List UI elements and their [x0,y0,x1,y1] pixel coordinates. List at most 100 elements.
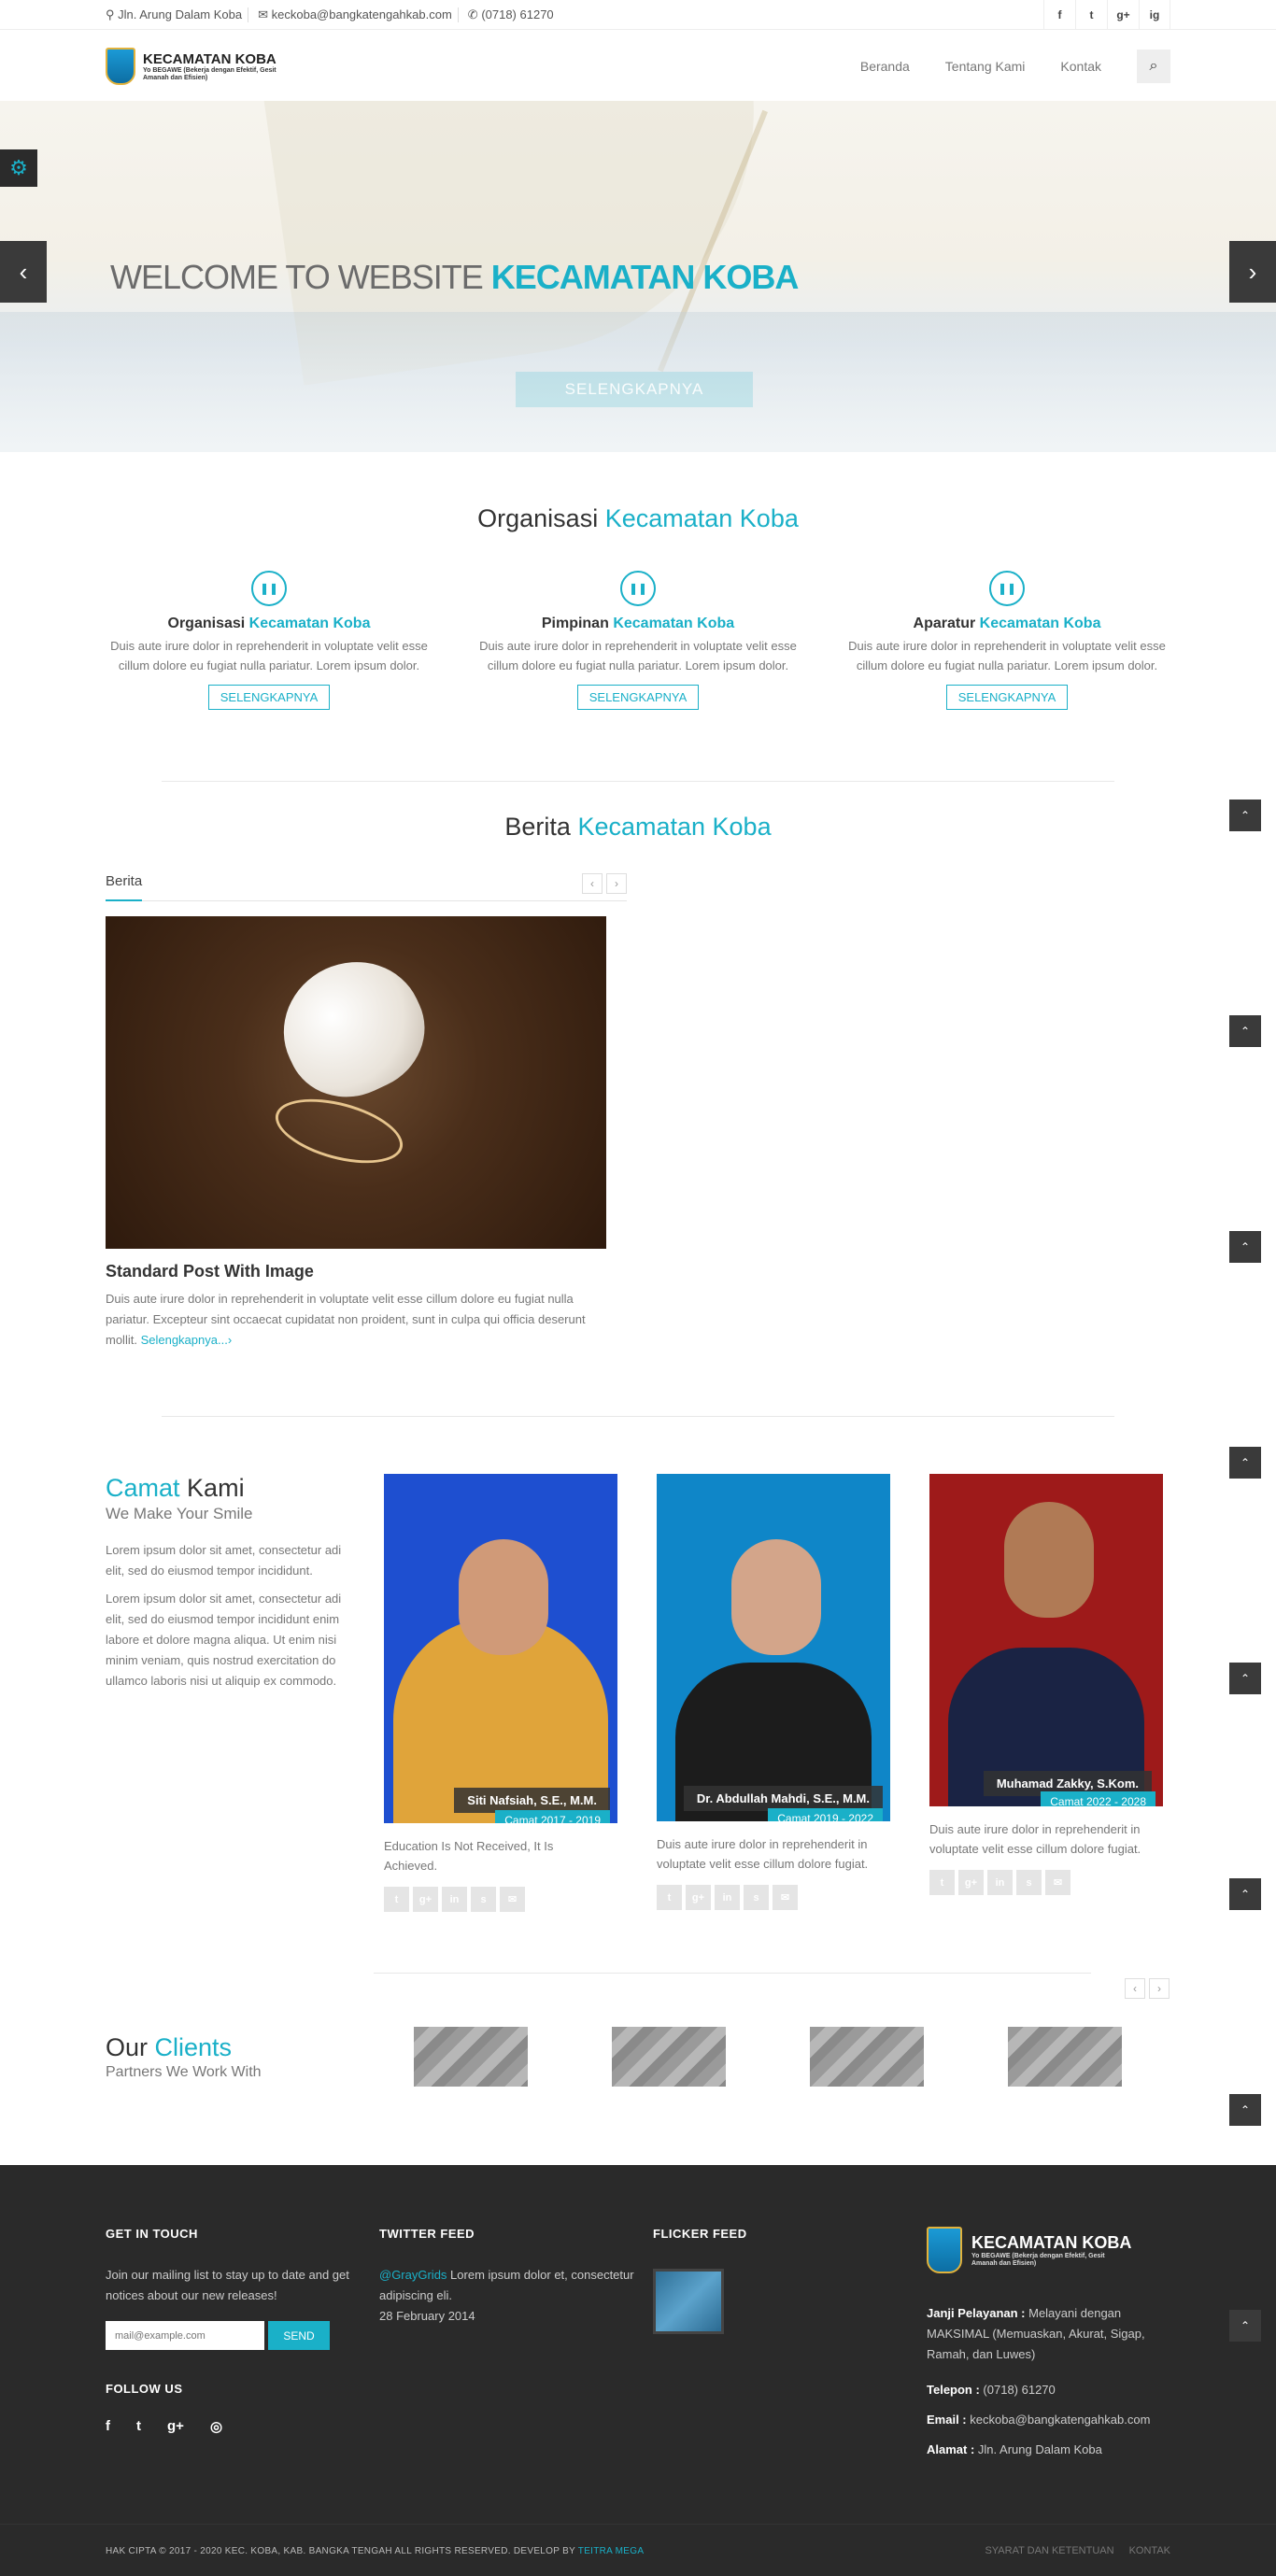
google-plus-icon[interactable]: g+ [958,1870,984,1895]
copyright: HAK CIPTA © 2017 - 2020 KEC. KOBA, KAB. … [106,2545,645,2556]
janji-pelayanan: Janji Pelayanan : Melayani dengan MAKSIM… [927,2306,1145,2361]
send-button[interactable]: SEND [268,2321,330,2350]
google-plus-icon[interactable]: g+ [413,1887,438,1912]
footer-twitter-feed: TWITTER FEED @GrayGrids Lorem ipsum dolo… [379,2227,653,2460]
developer-link[interactable]: TEITRA MEGA [578,2546,645,2556]
slider-prev-arrow-icon[interactable]: ‹ [0,241,47,303]
email-field[interactable] [106,2321,264,2350]
read-more-link[interactable]: Selengkapnya...› [141,1333,233,1347]
back-to-top-icon[interactable]: ⌃ [1229,1015,1261,1047]
google-plus-icon[interactable]: g+ [686,1885,711,1910]
member-photo: Dr. Abdullah Mahdi, S.E., M.M. Camat 201… [657,1474,890,1821]
team-member: Dr. Abdullah Mahdi, S.E., M.M. Camat 201… [657,1474,890,1912]
kontak-link[interactable]: KONTAK [1129,2545,1170,2556]
google-plus-icon[interactable]: g+ [1107,0,1139,30]
mail-icon[interactable]: ✉ [773,1885,798,1910]
facebook-icon[interactable]: f [1043,0,1075,30]
twitter-icon[interactable]: t [384,1887,409,1912]
photo-face-shape [731,1539,821,1655]
instagram-icon[interactable]: ◎ [210,2418,222,2435]
selengkapnya-button[interactable]: SELENGKAPNYA [576,685,700,710]
search-icon[interactable]: ⌕ [1137,50,1170,83]
nav-kontak[interactable]: Kontak [1060,59,1101,74]
mail-icon[interactable]: ✉ [500,1887,525,1912]
chevron-left-icon[interactable]: ‹ [1125,1978,1145,1999]
post-title[interactable]: Standard Post With Image [106,1262,1170,1281]
back-to-top-icon[interactable]: ⌃ [1229,1447,1261,1479]
client-logo[interactable] [810,2027,924,2087]
main-nav: Beranda Tentang Kami Kontak ⌕ [860,50,1170,83]
chevron-left-icon[interactable]: ‹ [582,873,603,894]
skype-icon[interactable]: s [471,1887,496,1912]
chevron-right-icon[interactable]: › [606,873,627,894]
twitter-icon[interactable]: t [929,1870,955,1895]
chevron-right-icon[interactable]: › [1149,1978,1170,1999]
client-logo[interactable] [612,2027,726,2087]
nav-tentang-kami[interactable]: Tentang Kami [945,59,1026,74]
linkedin-icon[interactable]: in [987,1870,1013,1895]
member-term-badge: Camat 2019 - 2022 [768,1808,883,1821]
back-to-top-icon[interactable]: ⌃ [1229,1663,1261,1694]
google-plus-icon[interactable]: g+ [167,2418,184,2435]
camat-paragraph: Lorem ipsum dolor sit amet, consectetur … [106,1592,342,1688]
top-bar: ⚲ Jln. Arung Dalam Koba ✉ keckoba@bangka… [0,0,1276,30]
footer-email: Email : keckoba@bangkatengahkab.com [927,2413,1151,2427]
instagram-icon[interactable]: ig [1139,0,1170,30]
feature-text: Duis aute irure dolor in reprehenderit i… [110,639,428,672]
organisasi-section: Organisasi Kecamatan Koba ❚❚ Organisasi … [0,504,1276,710]
selengkapnya-button[interactable]: SELENGKAPNYA [207,685,331,710]
skype-icon[interactable]: s [1016,1870,1042,1895]
back-to-top-icon[interactable]: ⌃ [1229,800,1261,831]
post-image[interactable] [106,916,606,1249]
slide-button[interactable]: SELENGKAPNYA [516,372,753,407]
coffee-cup-shape [262,939,445,1118]
camat-subtitle: We Make Your Smile [106,1505,253,1522]
post-excerpt: Duis aute irure dolor in reprehenderit i… [106,1292,586,1347]
client-logo[interactable] [414,2027,528,2087]
phone-info[interactable]: ✆ (0718) 61270 [468,7,560,22]
footer-bottom-bar: HAK CIPTA © 2017 - 2020 KEC. KOBA, KAB. … [0,2524,1276,2576]
organisasi-heading: Organisasi Kecamatan Koba [477,504,799,532]
back-to-top-icon[interactable]: ⌃ [1229,2094,1261,2126]
tab-berita[interactable]: Berita [106,873,143,901]
facebook-icon[interactable]: f [106,2418,110,2435]
back-to-top-icon[interactable]: ⌃ [1229,1231,1261,1263]
member-quote: Duis aute irure dolor in reprehenderit i… [657,1837,869,1871]
section-divider [374,1973,1091,1974]
team-member: Siti Nafsiah, S.E., M.M. Camat 2017 - 20… [384,1474,617,1912]
linkedin-icon[interactable]: in [715,1885,740,1910]
terms-link[interactable]: SYARAT DAN KETENTUAN [985,2545,1113,2556]
mail-icon[interactable]: ✉ [1045,1870,1070,1895]
site-logo[interactable]: KECAMATAN KOBA Yo BEGAWE (Bekerja dengan… [106,48,283,85]
site-footer: GET IN TOUCH Join our mailing list to st… [0,2165,1276,2576]
site-header: KECAMATAN KOBA Yo BEGAWE (Bekerja dengan… [0,30,1276,103]
tweet: @GrayGrids Lorem ipsum dolor et, consect… [379,2268,634,2302]
twitter-icon[interactable]: t [1075,0,1107,30]
skype-icon[interactable]: s [744,1885,769,1910]
twitter-icon[interactable]: t [657,1885,682,1910]
footer-contact: KECAMATAN KOBA Yo BEGAWE (Bekerja dengan… [927,2227,1170,2460]
flicker-thumbnail[interactable] [653,2269,724,2334]
hero-slider: WELCOME TO WEBSITE KECAMATAN KOBA SELENG… [0,101,1276,452]
clients-section: Our Clients Partners We Work With [0,2008,1276,2087]
berita-tab-header: Berita ‹ › [106,873,627,901]
camat-heading: Camat Kami [106,1474,245,1502]
back-to-top-icon[interactable]: ⌃ [1229,1878,1261,1910]
email-info[interactable]: ✉ keckoba@bangkatengahkab.com [258,7,459,22]
pause-circle-icon: ❚❚ [989,571,1025,606]
slider-next-arrow-icon[interactable]: › [1229,241,1276,303]
client-logo[interactable] [1008,2027,1122,2087]
logo-emblem [927,2227,962,2273]
back-to-top-icon[interactable]: ⌃ [1229,2310,1261,2342]
twitter-icon[interactable]: t [136,2418,141,2435]
team-member: Muhamad Zakky, S.Kom. Camat 2022 - 2028 … [929,1474,1163,1912]
member-quote: Education Is Not Received, It Is Achieve… [384,1839,554,1873]
member-photo: Siti Nafsiah, S.E., M.M. Camat 2017 - 20… [384,1474,617,1823]
linkedin-icon[interactable]: in [442,1887,467,1912]
address-info: ⚲ Jln. Arung Dalam Koba [106,7,249,22]
selengkapnya-button[interactable]: SELENGKAPNYA [945,685,1069,710]
tweet-date: 28 February 2014 [379,2309,475,2323]
tweet-handle-link[interactable]: @GrayGrids [379,2268,447,2282]
nav-beranda[interactable]: Beranda [860,59,910,74]
settings-gear-icon[interactable]: ⚙ [0,149,37,187]
